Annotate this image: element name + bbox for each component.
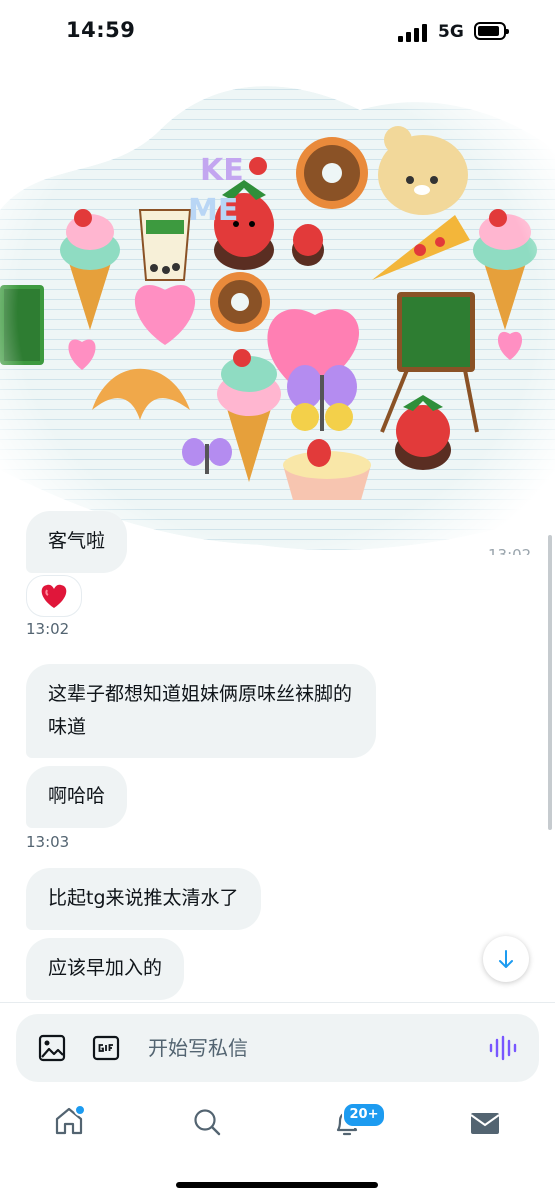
search-icon — [194, 1109, 221, 1136]
battery-icon — [474, 22, 509, 40]
add-gif-button[interactable] — [92, 1034, 120, 1062]
reaction-bubble[interactable] — [26, 575, 82, 617]
message-timestamp: 13:02 — [26, 620, 70, 638]
nav-messages[interactable] — [468, 1106, 502, 1140]
mail-icon — [470, 1113, 500, 1134]
notifications-badge: 20+ — [342, 1102, 386, 1128]
message-bubble[interactable]: 客气啦 — [26, 511, 128, 573]
message-composer — [16, 1014, 539, 1082]
status-time: 14:59 — [66, 18, 136, 42]
message-timestamp: 13:03 — [26, 833, 70, 851]
image-icon — [38, 1034, 66, 1062]
message-bubble[interactable]: 这辈子都想知道姐妹俩原味丝袜脚的味道 — [26, 664, 376, 758]
add-image-button[interactable] — [38, 1034, 66, 1062]
status-bar: 14:59 5G — [0, 0, 555, 64]
network-type: 5G — [438, 22, 464, 42]
message-input[interactable] — [148, 1026, 468, 1070]
sticker-image[interactable]: KE ME 13:02 — [0, 70, 555, 555]
divider — [0, 1002, 555, 1003]
scrollbar[interactable] — [548, 535, 552, 830]
home-indicator — [176, 1182, 378, 1188]
scroll-to-bottom-button[interactable] — [483, 936, 529, 982]
gif-icon — [92, 1035, 120, 1061]
sticker-timestamp: 13:02 — [488, 546, 532, 555]
home-unread-dot — [74, 1104, 86, 1116]
heart-icon — [41, 584, 67, 608]
message-bubble[interactable]: 比起tg来说推太清水了 — [26, 868, 261, 930]
arrow-down-icon — [499, 950, 513, 968]
message-bubble[interactable]: 啊哈哈 — [26, 766, 128, 828]
voice-message-button[interactable] — [488, 1034, 518, 1062]
nav-search[interactable] — [191, 1106, 223, 1138]
message-bubble[interactable]: 应该早加入的 — [26, 938, 185, 1000]
voice-wave-icon — [489, 1035, 517, 1061]
signal-icon — [398, 24, 428, 42]
